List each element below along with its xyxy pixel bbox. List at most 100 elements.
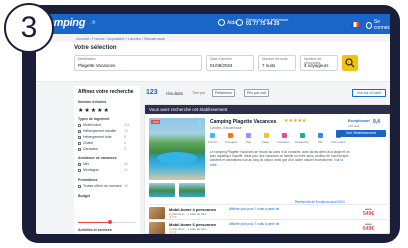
- photo-thumbnail[interactable]: [179, 183, 205, 197]
- photo-thumbnail[interactable]: [149, 183, 175, 197]
- offer-rates-link[interactable]: Afficher plus pour 7 nuits à partir de: [229, 207, 279, 211]
- campsite-stars: ★★★★★: [284, 118, 307, 124]
- checkbox[interactable]: [78, 162, 81, 166]
- filter-env-mer[interactable]: Mer: [78, 162, 89, 166]
- arrival-value: 01/08/2024: [210, 63, 233, 68]
- discount-tag: -20%: [151, 120, 161, 124]
- sort-select[interactable]: Pertinence: [212, 89, 235, 97]
- checkbox[interactable]: [78, 129, 81, 133]
- checkbox[interactable]: [78, 141, 81, 145]
- french-flag-icon[interactable]: [351, 22, 359, 27]
- offer-photo[interactable]: [149, 207, 165, 219]
- search-panel: Votre sélection Destination Plagette Vac…: [36, 42, 390, 82]
- filter-label: Hébergement toile: [83, 135, 112, 139]
- arrival-date-field[interactable]: Date d'arrivée 01/08/2024: [206, 55, 254, 71]
- budget-slider-fill: [78, 222, 110, 223]
- campsite-photo[interactable]: [149, 118, 205, 180]
- offer-stars: ★★★: [169, 230, 178, 234]
- checkbox[interactable]: [78, 184, 81, 188]
- filter-type-mobil-home[interactable]: Mobil-home: [78, 123, 101, 127]
- filter-label: Hébergement insolite: [83, 129, 117, 133]
- filter-label: Montagne: [83, 168, 99, 172]
- results-count-label: résultats: [166, 91, 184, 96]
- filter-label: Toutes offres du moment: [83, 184, 122, 188]
- amenity-label: Animation: [277, 140, 290, 144]
- amenity-label: Restaurant: [295, 140, 309, 144]
- amenity-label: Spa: [246, 140, 251, 144]
- offer-row[interactable]: Mobil-home 6 personnes 3 chambres · 1 sa…: [149, 219, 387, 234]
- favorite-heart-icon[interactable]: ♡: [197, 120, 201, 126]
- campsite-location: Landes, Biscarrosse: [210, 126, 242, 130]
- filter-count: 21: [124, 168, 128, 172]
- destination-value: Plagette Vacances: [78, 63, 116, 68]
- phone-icon: [236, 19, 243, 26]
- wifi-icon: [318, 133, 323, 138]
- people-field[interactable]: Nombre de personnes 4 voyageurs: [300, 55, 338, 71]
- nights-value: 7 nuits: [262, 63, 276, 68]
- filter-label: Chalet: [83, 141, 94, 145]
- amenity-label: Club enfant: [331, 140, 346, 144]
- stars-section-title: Nombre d'étoiles: [78, 100, 107, 104]
- filter-label: Caravane: [83, 147, 99, 151]
- pool-shape: [157, 152, 197, 164]
- map-view-button[interactable]: Voir sur la carte: [352, 89, 386, 97]
- campsite-title[interactable]: Camping Plagette Vacances: [210, 119, 276, 125]
- rating-count[interactable]: 128 avis: [348, 124, 359, 128]
- phone-contact[interactable]: Réservez par téléphone 01 77 75 44 20: [246, 17, 288, 27]
- stars-filter[interactable]: ★★★★★: [78, 107, 110, 114]
- filter-count: 8: [124, 135, 126, 139]
- destination-label: Destination: [78, 57, 96, 61]
- checkbox[interactable]: [78, 123, 81, 127]
- budget-section-title: Budget: [78, 194, 91, 198]
- phone-number: 01 77 75 44 20: [246, 21, 280, 27]
- people-value: 4 voyageurs: [304, 63, 329, 68]
- promo-section-title: Promotions: [78, 178, 98, 182]
- amenity-label: Plage: [262, 140, 270, 144]
- breadcrumb[interactable]: Accueil / France / Aquitaine / Landes / …: [76, 36, 165, 41]
- account-button[interactable]: Se connecter: [366, 19, 390, 31]
- animation-icon: [282, 133, 287, 138]
- filter-count: 6: [124, 141, 126, 145]
- filter-count: 45: [124, 184, 128, 188]
- view-campsite-button[interactable]: Voir l'établissement: [336, 130, 386, 137]
- arrival-label: Date d'arrivée: [210, 57, 232, 61]
- filter-promo[interactable]: Toutes offres du moment: [78, 184, 121, 188]
- budget-slider-handle[interactable]: [107, 220, 112, 224]
- filter-count: 84: [124, 162, 128, 166]
- nights-field[interactable]: Nombre de nuits 7 nuits: [258, 55, 296, 71]
- site-logo-suffix: .fr: [91, 20, 96, 26]
- offer-row[interactable]: Mobil-home 4 personnes 2 chambres · 1 sa…: [149, 204, 387, 219]
- price-filter-select[interactable]: Prix par nuit: [244, 89, 269, 97]
- checkbox[interactable]: [78, 168, 81, 172]
- nights-label: Nombre de nuits: [262, 57, 288, 61]
- step-number: 3: [20, 11, 38, 44]
- filter-env-montagne[interactable]: Montagne: [78, 168, 99, 172]
- checkbox[interactable]: [78, 147, 81, 151]
- checkbox[interactable]: [78, 135, 81, 139]
- pool-icon: [210, 133, 215, 138]
- campsite-description: Le camping Plagette Vacances se trouve a…: [210, 150, 350, 167]
- filter-type-chalet[interactable]: Chalet: [78, 141, 93, 145]
- filter-label: Mer: [83, 162, 90, 166]
- spa-icon: [246, 133, 251, 138]
- filter-type-insolite[interactable]: Hébergement insolite: [78, 129, 116, 133]
- search-title: Votre sélection: [74, 45, 117, 51]
- help-link[interactable]: Aide: [218, 19, 237, 26]
- filter-type-caravane[interactable]: Caravane: [78, 147, 98, 151]
- filter-count: 12: [124, 129, 128, 133]
- env-section-title: Ambiance de vacances: [78, 156, 117, 160]
- filter-type-toile[interactable]: Hébergement toile: [78, 135, 112, 139]
- budget-slider[interactable]: [78, 220, 136, 224]
- offer-price: 649€: [363, 226, 375, 232]
- slide-icon: [228, 133, 233, 138]
- destination-field[interactable]: Destination Plagette Vacances: [74, 55, 202, 71]
- offer-photo[interactable]: [149, 222, 165, 234]
- filters-title: Affinez votre recherche: [78, 89, 134, 95]
- search-button[interactable]: [342, 55, 358, 71]
- offer-rates-link[interactable]: Afficher plus pour 7 nuits à partir de: [229, 222, 279, 226]
- result-card[interactable]: Vous avez recherché cet établissement -2…: [144, 104, 390, 234]
- amenity-label: Piscine: [208, 140, 218, 144]
- description-text: Le camping Plagette Vacances se trouve a…: [210, 150, 350, 163]
- beach-icon: [264, 133, 269, 138]
- browser-screen: camping .fr Aide Réservez par téléphone …: [36, 14, 390, 234]
